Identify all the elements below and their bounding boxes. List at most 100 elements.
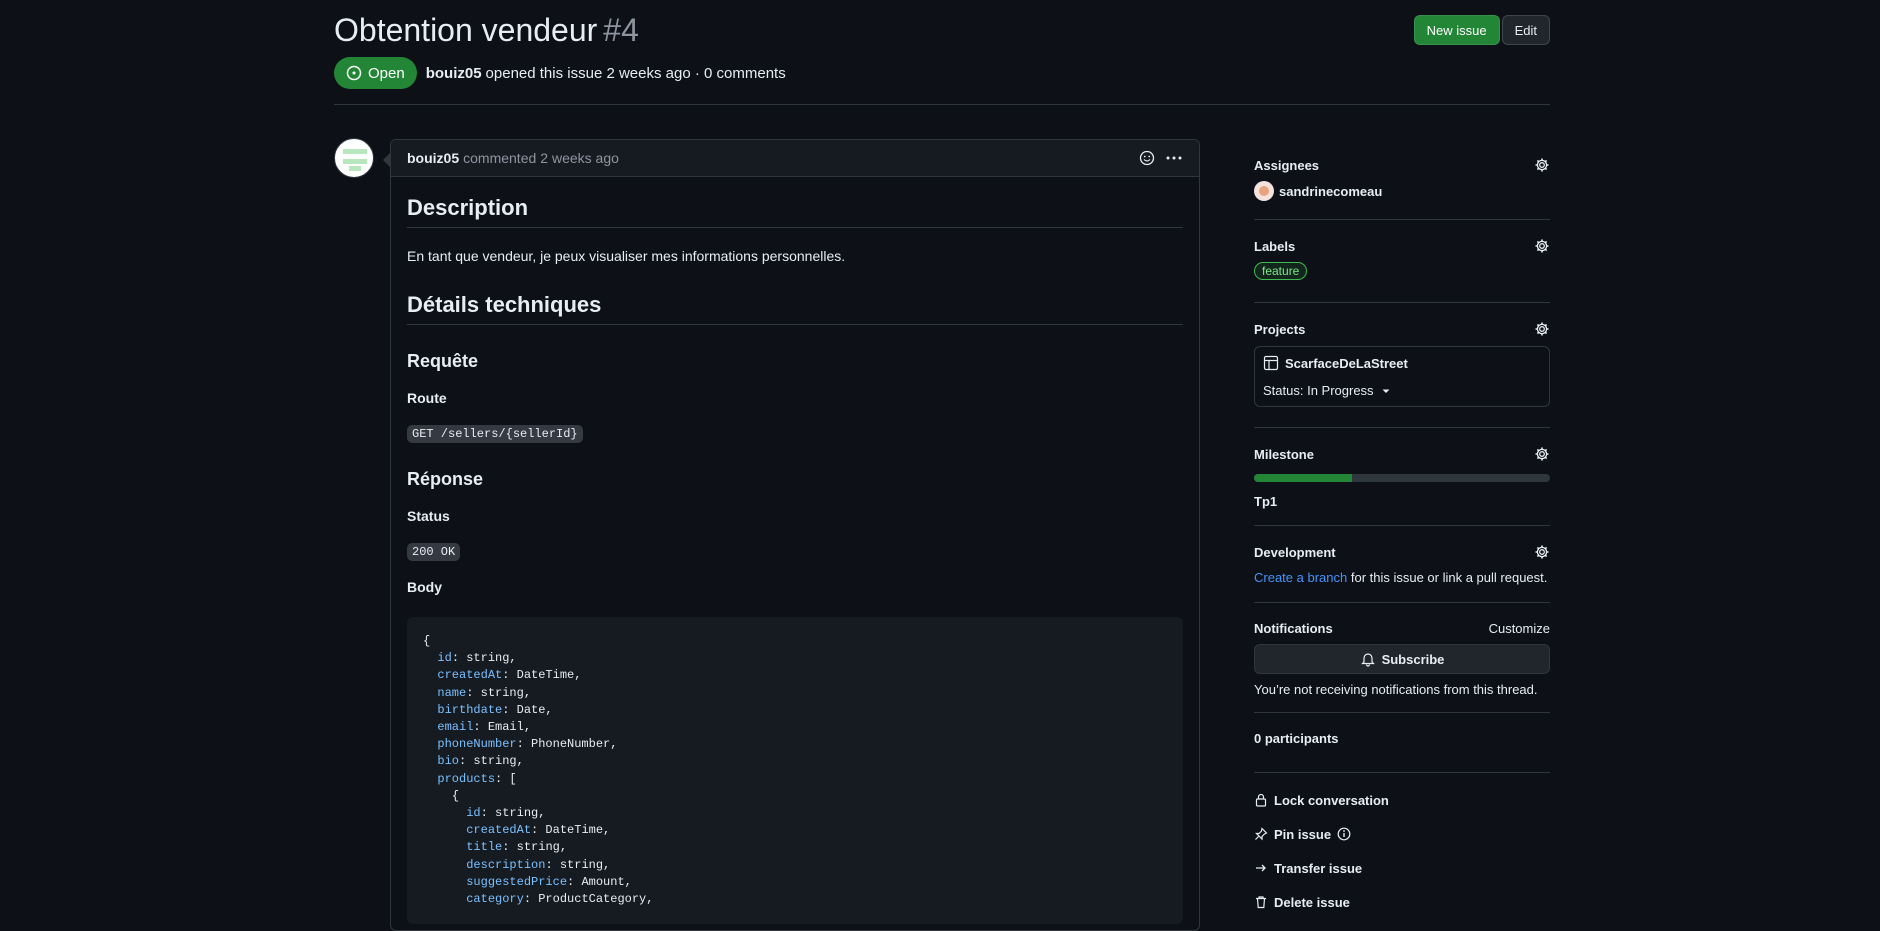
milestone-header[interactable]: Milestone xyxy=(1254,428,1550,462)
milestone-progress-bar xyxy=(1254,474,1550,482)
customize-link[interactable]: Customize xyxy=(1489,621,1550,636)
comment-author[interactable]: bouiz05 xyxy=(407,150,459,166)
lock-conversation-button[interactable]: Lock conversation xyxy=(1254,783,1550,817)
status-label: Open xyxy=(368,64,405,82)
project-status-dropdown[interactable]: Status: In Progress xyxy=(1263,383,1541,398)
pin-issue-button[interactable]: Pin issue xyxy=(1254,817,1550,851)
assignees-section: Assignees sandrinecomeau xyxy=(1254,139,1550,220)
development-section: Development Create a branch for this iss… xyxy=(1254,526,1550,603)
trash-icon xyxy=(1256,896,1266,909)
avatar[interactable] xyxy=(334,138,374,178)
assignee-item[interactable]: sandrinecomeau xyxy=(1254,181,1550,201)
info-icon[interactable] xyxy=(1337,827,1351,841)
code-key: email xyxy=(437,720,474,735)
issue-comment: bouiz05 commented 2 weeks ago Descriptio… xyxy=(390,139,1200,931)
notifications-header: Notifications Customize xyxy=(1254,603,1550,636)
development-title: Development xyxy=(1254,544,1336,560)
lock-icon xyxy=(1255,793,1267,807)
project-status: Status: In Progress xyxy=(1263,383,1374,398)
notifications-section: Notifications Customize Subscribe You’re… xyxy=(1254,603,1550,713)
code-key: category xyxy=(466,892,524,907)
code-line: category: ProductCategory, xyxy=(466,892,654,907)
code-brace: { xyxy=(451,788,460,803)
development-text: Create a branch for this issue or link a… xyxy=(1254,570,1550,585)
comment-body: Description En tant que vendeur, je peux… xyxy=(391,195,1199,925)
code-line: products: [ xyxy=(437,771,517,786)
heading-status: Status xyxy=(407,508,450,524)
labels-section: Labels feature xyxy=(1254,220,1550,303)
header-divider xyxy=(334,104,1550,105)
heading-response: Réponse xyxy=(407,469,484,489)
gear-icon[interactable] xyxy=(1534,157,1550,173)
code-line: createdAt: DateTime, xyxy=(466,823,611,838)
lock-label: Lock conversation xyxy=(1274,792,1389,808)
labels-title: Labels xyxy=(1254,238,1296,254)
transfer-issue-button[interactable]: Transfer issue xyxy=(1254,851,1550,885)
code-line: birthdate: Date, xyxy=(437,702,553,717)
status-badge: Open xyxy=(334,57,417,89)
comment-action: commented xyxy=(463,150,537,166)
code-key: createdAt xyxy=(466,823,532,838)
smiley-icon[interactable] xyxy=(1139,150,1155,166)
code-key: phoneNumber xyxy=(437,737,517,752)
projects-section: Projects ScarfaceDeLaStreet Status: In P… xyxy=(1254,303,1550,428)
heading-technical-details: Détails techniques xyxy=(407,292,1183,325)
arrow-right-icon xyxy=(1256,864,1266,872)
code-line: title: string, xyxy=(466,840,568,855)
code-line: phoneNumber: PhoneNumber, xyxy=(437,737,618,752)
code-key: id xyxy=(437,651,452,666)
issue-open-icon xyxy=(346,65,362,81)
identicon-avatar xyxy=(343,149,367,171)
subscribe-button[interactable]: Subscribe xyxy=(1254,644,1550,674)
issue-number: #4 xyxy=(603,12,639,48)
code-line: suggestedPrice: Amount, xyxy=(466,874,632,889)
code-line: email: Email, xyxy=(437,720,532,735)
kebab-horizontal-icon[interactable] xyxy=(1165,150,1183,166)
code-key: description xyxy=(466,857,546,872)
issue-opened-text: opened this issue 2 weeks ago · 0 commen… xyxy=(485,64,786,82)
gear-icon[interactable] xyxy=(1534,238,1550,254)
project-card: ScarfaceDeLaStreet Status: In Progress xyxy=(1254,346,1550,407)
milestone-section: Milestone Tp1 xyxy=(1254,428,1550,526)
issue-title: Obtention vendeur #4 xyxy=(334,12,639,49)
table-icon xyxy=(1263,355,1279,371)
create-branch-link[interactable]: Create a branch xyxy=(1254,570,1347,585)
assignee-avatar xyxy=(1254,181,1274,201)
project-link[interactable]: ScarfaceDeLaStreet xyxy=(1263,355,1541,371)
code-line: name: string, xyxy=(437,685,532,700)
status-code: 200 OK xyxy=(407,543,461,561)
code-line: id: string, xyxy=(437,651,517,666)
gear-icon[interactable] xyxy=(1534,446,1550,462)
code-brace: { xyxy=(423,634,431,648)
transfer-label: Transfer issue xyxy=(1274,860,1363,876)
assignee-name: sandrinecomeau xyxy=(1279,183,1383,199)
code-key: name xyxy=(437,685,467,700)
delete-issue-button[interactable]: Delete issue xyxy=(1254,885,1550,919)
issue-sidebar: Assignees sandrinecomeau Labels feature … xyxy=(1254,139,1550,919)
comment-timestamp[interactable]: 2 weeks ago xyxy=(540,150,619,166)
code-key: title xyxy=(466,840,503,855)
code-key: createdAt xyxy=(437,668,503,683)
labels-header[interactable]: Labels xyxy=(1254,220,1550,254)
heading-route: Route xyxy=(407,390,447,406)
milestone-name[interactable]: Tp1 xyxy=(1254,494,1550,509)
code-line: createdAt: DateTime, xyxy=(437,668,582,683)
code-line: { xyxy=(423,789,459,803)
heading-description: Description xyxy=(407,195,1183,228)
gear-icon[interactable] xyxy=(1534,321,1550,337)
edit-button[interactable]: Edit xyxy=(1501,15,1550,45)
gear-icon[interactable] xyxy=(1534,544,1550,560)
milestone-progress-fill xyxy=(1254,474,1352,482)
code-key: id xyxy=(466,806,481,821)
label-feature[interactable]: feature xyxy=(1254,262,1308,280)
projects-header[interactable]: Projects xyxy=(1254,303,1550,337)
assignees-header[interactable]: Assignees xyxy=(1254,139,1550,173)
heading-request: Requête xyxy=(407,351,479,371)
milestone-title: Milestone xyxy=(1254,446,1314,462)
new-issue-button[interactable]: New issue xyxy=(1413,15,1500,45)
development-header[interactable]: Development xyxy=(1254,526,1550,560)
issue-meta: Open bouiz05 opened this issue 2 weeks a… xyxy=(334,57,786,89)
issue-author-link[interactable]: bouiz05 xyxy=(426,65,482,82)
triangle-down-icon xyxy=(1382,389,1390,393)
code-key: suggestedPrice xyxy=(466,874,568,889)
